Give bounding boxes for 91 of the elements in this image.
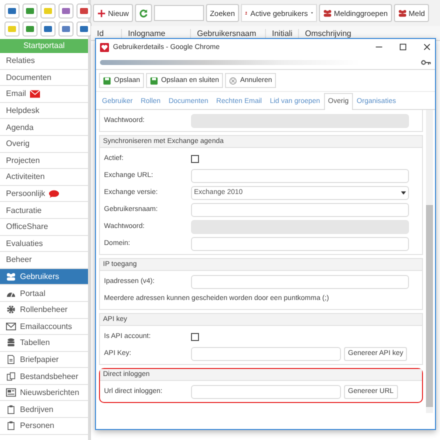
sidebar-item[interactable]: Personen (0, 418, 88, 435)
sidebar-item-label: Personen (20, 421, 54, 430)
sidebar-item[interactable]: Evaluaties (0, 236, 88, 252)
sidebar-item-label: Tabellen (20, 338, 50, 348)
sidebar-item[interactable]: Agenda (0, 119, 88, 136)
floppy-icon (103, 76, 111, 84)
app-tile-icon[interactable] (40, 3, 56, 19)
sidebar-item-label: Gebruikers (20, 272, 60, 282)
sidebar-item[interactable]: Projecten (0, 152, 88, 170)
floppy-icon (150, 76, 158, 84)
group-icon (398, 9, 407, 17)
app-tile-icon[interactable] (22, 21, 38, 37)
sidebar-item-label: Relaties (6, 56, 35, 66)
sidebar-item[interactable]: Rollenbeheer (0, 302, 88, 318)
document-icon (6, 354, 16, 364)
sidebar-item-label: Emailaccounts (20, 322, 72, 331)
sidebar-item-label: Activiteiten (6, 172, 45, 182)
sidebar-item-label: Bedrijven (20, 404, 54, 414)
sidebar-item[interactable]: Tabellen (0, 335, 88, 352)
sidebar-item[interactable]: Briefpapier (0, 352, 88, 368)
group-icon (322, 9, 332, 17)
sidebar-item-label: Email (6, 89, 26, 98)
sidebar-item[interactable]: Persoonlijk (0, 186, 88, 202)
sidebar-item-label: Overig (6, 139, 30, 148)
users-icon (6, 272, 16, 282)
sidebar-item-label: Rollenbeheer (20, 305, 68, 314)
app-tile-icon[interactable] (58, 21, 74, 37)
caret-icon (401, 190, 406, 194)
envelope-icon (30, 90, 40, 98)
envelope-icon (6, 322, 16, 331)
scrollbar-thumb[interactable] (426, 205, 433, 407)
plus-icon (97, 8, 106, 18)
sidebar-item-label: Projecten (6, 156, 40, 165)
key-icon[interactable] (421, 60, 431, 64)
sidebar-item[interactable]: Email (0, 86, 88, 103)
sidebar-item[interactable]: Emailaccounts (0, 318, 88, 336)
sidebar-item-label: Nieuwsberichten (20, 388, 80, 398)
sidebar-item-label: Documenten (6, 72, 52, 82)
checkbox[interactable] (191, 154, 199, 162)
sidebar-item-label: Facturatie (6, 206, 42, 215)
input-field[interactable] (191, 168, 409, 182)
app-tile-icon[interactable] (76, 3, 92, 19)
app-tile-icon[interactable] (58, 3, 74, 19)
sidebar-item-label: Briefpapier (20, 354, 59, 364)
sidebar-item-label: Agenda (6, 122, 34, 132)
app-tile-icon[interactable] (4, 21, 20, 37)
search-field[interactable] (154, 5, 204, 21)
sidebar-item-label: Persoonlijk (6, 189, 46, 198)
checkbox[interactable] (191, 332, 199, 340)
sidebar-item[interactable]: Bedrijven (0, 401, 88, 418)
refresh-icon (138, 8, 148, 18)
sidebar-item-label: Helpdesk (6, 106, 40, 116)
sidebar-item[interactable]: Nieuwsberichten (0, 384, 88, 402)
column-header[interactable]: Omschrijving (299, 28, 440, 38)
chat-bubble-icon (49, 190, 60, 198)
close-icon[interactable] (423, 43, 431, 51)
scrollbar[interactable] (426, 110, 433, 413)
app-tile-icon[interactable] (40, 21, 56, 37)
app-tile-icon[interactable] (22, 3, 38, 19)
input-field[interactable] (191, 274, 409, 288)
maximize-icon[interactable] (399, 43, 407, 51)
clipboard-icon (6, 421, 16, 430)
sidebar-item-label: Beheer (6, 255, 32, 264)
cancel-icon (229, 76, 238, 84)
app-tile-icon[interactable] (76, 21, 92, 37)
sidebar-item[interactable]: Gebruikers (0, 268, 88, 286)
input-field[interactable] (191, 384, 341, 398)
sidebar-item[interactable]: Documenten (0, 70, 88, 86)
sidebar-item-label: Evaluaties (6, 238, 43, 248)
sidebar-item[interactable]: Activiteiten (0, 169, 88, 186)
newspaper-icon (6, 388, 16, 398)
input-field[interactable] (191, 346, 341, 360)
app-logo-icon (100, 42, 109, 52)
clipboard-icon (6, 404, 16, 414)
sidebar-item-label: OfficeShare (6, 222, 48, 232)
sidebar-item-label: Bestandsbeheer (20, 372, 78, 381)
sidebar-item[interactable]: OfficeShare (0, 218, 88, 236)
sidebar-item[interactable]: Portaal (0, 285, 88, 302)
database-icon (6, 338, 16, 348)
refresh-button[interactable] (134, 4, 152, 22)
input-field[interactable] (191, 202, 409, 216)
sidebar-item-label: Portaal (20, 288, 46, 298)
input-field[interactable] (191, 236, 409, 250)
gear-icon (6, 305, 16, 314)
sidebar-item[interactable]: Bestandsbeheer (0, 368, 88, 385)
app-tile-icon[interactable] (4, 3, 20, 19)
files-icon (6, 372, 16, 381)
sidebar-item[interactable]: Overig (0, 136, 88, 153)
sidebar-item[interactable]: Facturatie (0, 202, 88, 219)
sidebar-item[interactable]: Helpdesk (0, 102, 88, 120)
sidebar-item[interactable]: Relaties (0, 53, 88, 70)
